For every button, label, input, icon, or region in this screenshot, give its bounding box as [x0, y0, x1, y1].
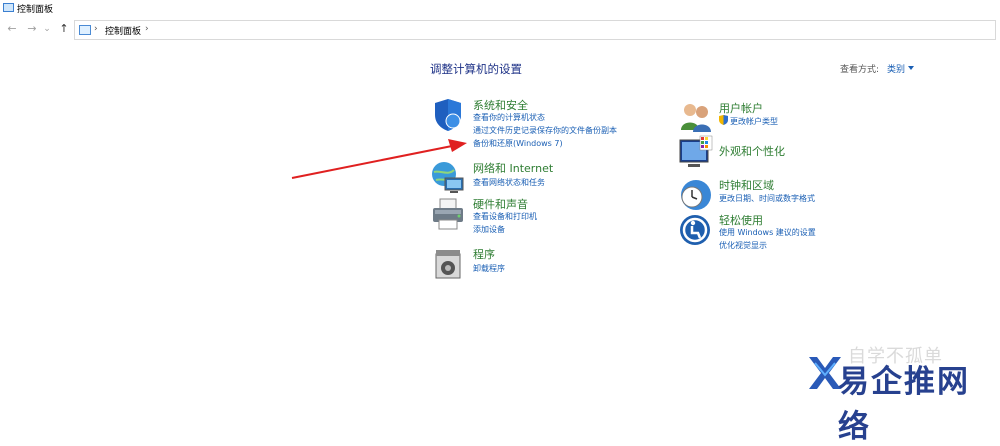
brand-logo-icon	[809, 357, 841, 389]
annotation-arrow	[291, 139, 467, 179]
brand-logo-text: 易企推网络	[838, 364, 970, 445]
